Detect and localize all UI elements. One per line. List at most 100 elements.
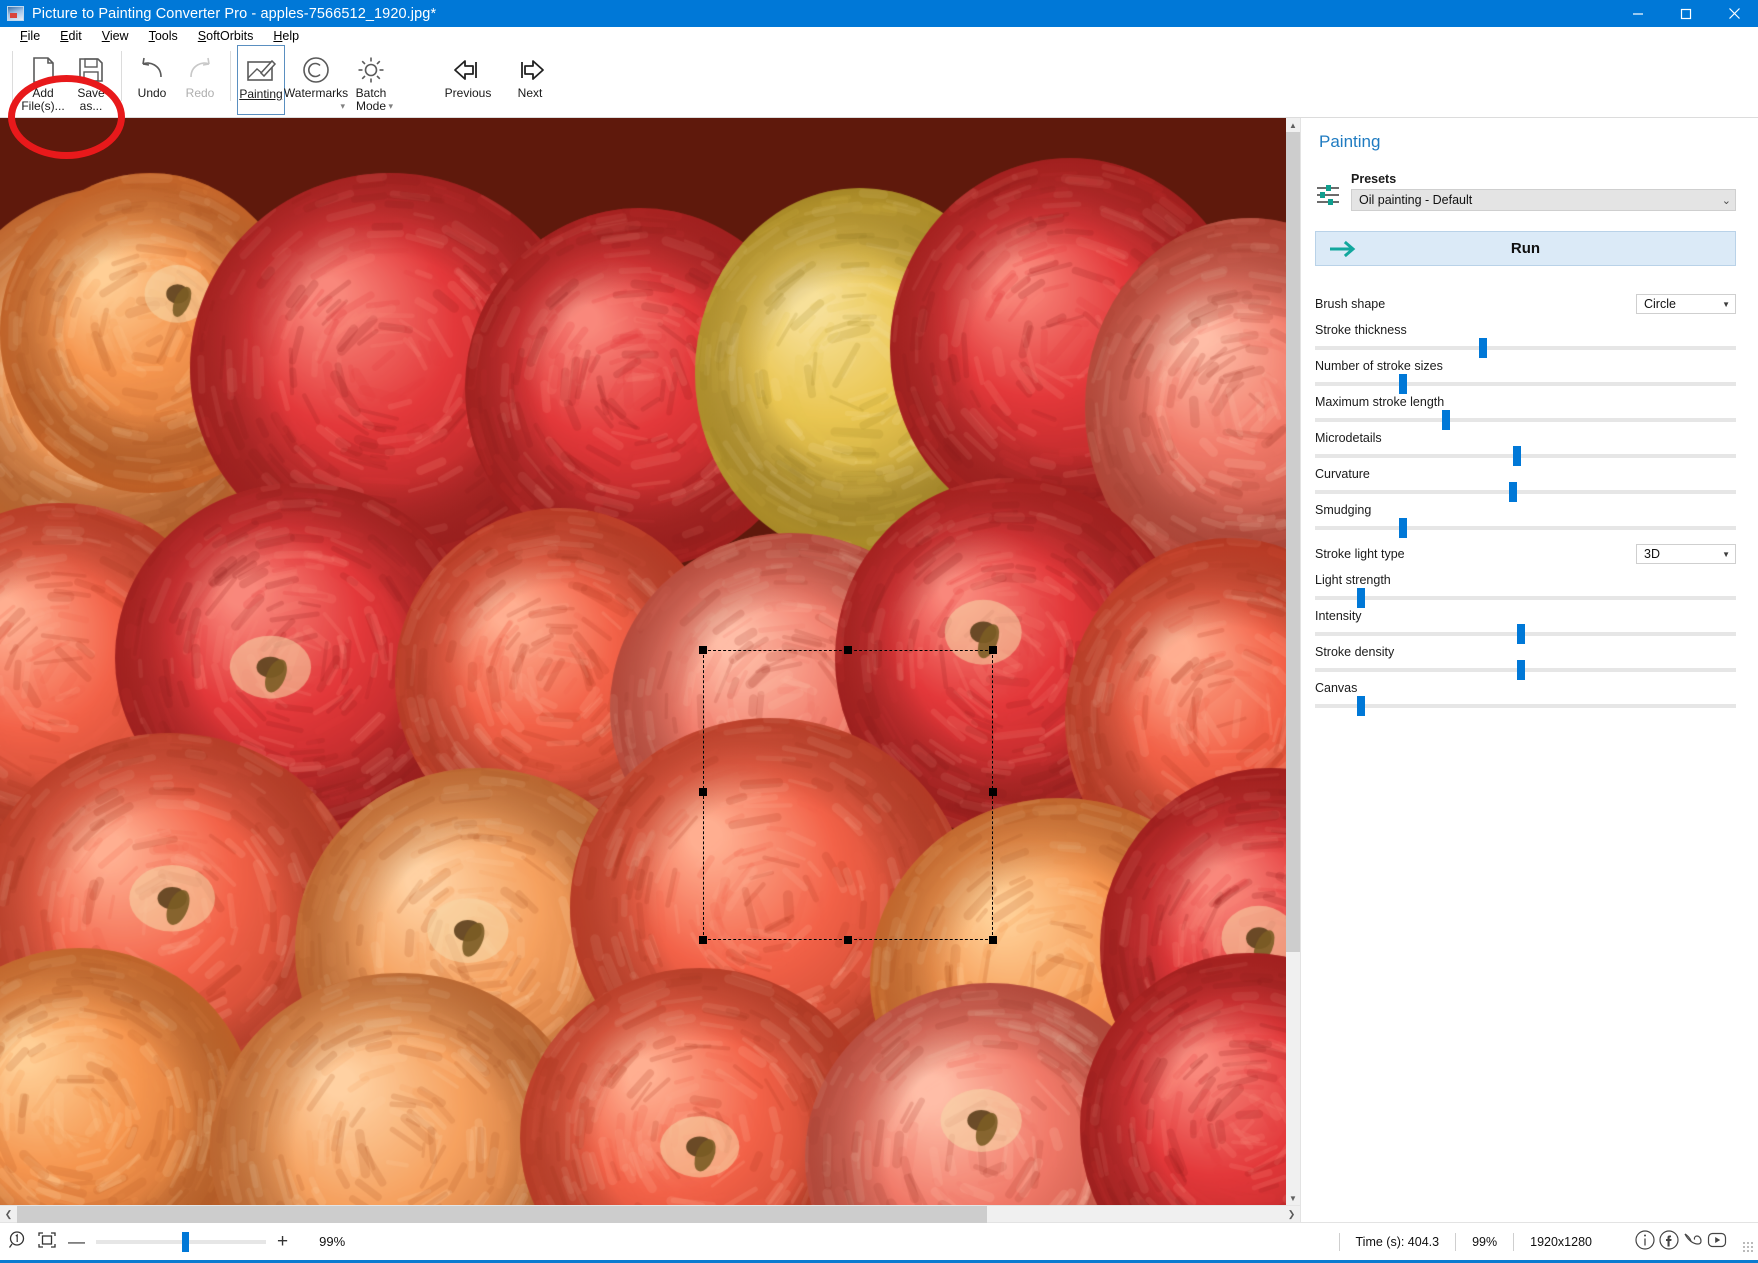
selection-handle-ml[interactable] xyxy=(699,788,707,796)
slider-track-curvature[interactable] xyxy=(1315,490,1736,494)
chevron-down-icon[interactable]: ▾ xyxy=(340,100,345,113)
minimize-button[interactable] xyxy=(1614,0,1662,27)
slider-track-microdetails[interactable] xyxy=(1315,454,1736,458)
menu-help[interactable]: Help xyxy=(263,29,309,43)
zoom-slider[interactable] xyxy=(96,1240,266,1244)
undo-arrow-icon xyxy=(137,53,167,87)
undo-button[interactable]: Undo xyxy=(128,45,176,115)
facebook-icon[interactable] xyxy=(1658,1229,1680,1254)
selection-handle-tc[interactable] xyxy=(844,646,852,654)
batch-mode-button[interactable]: Batch Mode ▾ xyxy=(347,45,395,115)
scroll-right-arrow-icon[interactable]: ❯ xyxy=(1283,1209,1300,1220)
watermarks-button[interactable]: Watermarks ▾ xyxy=(285,45,347,115)
panel-title: Painting xyxy=(1319,132,1736,152)
twitter-icon[interactable] xyxy=(1682,1229,1704,1254)
left-arrow-icon xyxy=(451,53,485,87)
menu-softorbits[interactable]: SoftOrbits xyxy=(188,29,264,43)
redo-button[interactable]: Redo xyxy=(176,45,224,115)
selection-rectangle[interactable] xyxy=(703,650,993,940)
slider-thumb-stroke-density[interactable] xyxy=(1517,660,1525,680)
slider-stroke-thickness: Stroke thickness xyxy=(1315,323,1736,350)
save-as-button[interactable]: Save as... xyxy=(67,45,115,115)
menu-bar: File Edit View Tools SoftOrbits Help xyxy=(0,27,1758,45)
brush-shape-combobox[interactable]: Circle ▼ xyxy=(1636,294,1736,314)
next-button[interactable]: Next xyxy=(499,45,561,115)
selection-handle-bc[interactable] xyxy=(844,936,852,944)
slider-track-stroke-density[interactable] xyxy=(1315,668,1736,672)
zoom-out-button[interactable]: — xyxy=(68,1232,85,1252)
right-arrow-icon xyxy=(513,53,547,87)
maximize-button[interactable] xyxy=(1662,0,1710,27)
slider-thumb-number-of-stroke-sizes[interactable] xyxy=(1399,374,1407,394)
slider-thumb-microdetails[interactable] xyxy=(1513,446,1521,466)
title-bar: Picture to Painting Converter Pro - appl… xyxy=(0,0,1758,27)
slider-stroke-density: Stroke density xyxy=(1315,645,1736,672)
application-window: Picture to Painting Converter Pro - appl… xyxy=(0,0,1758,1263)
painting-controls: Brush shape Circle ▼ Stroke thickness Nu… xyxy=(1315,294,1736,708)
run-button[interactable]: Run xyxy=(1315,231,1736,266)
main-body: ▲ ▼ ❮ ❯ Painting xyxy=(0,118,1758,1222)
painting-tab-button[interactable]: Painting xyxy=(237,45,285,115)
zoom-slider-thumb[interactable] xyxy=(182,1232,189,1252)
slider-track-canvas[interactable] xyxy=(1315,704,1736,708)
slider-number-of-stroke-sizes: Number of stroke sizes xyxy=(1315,359,1736,386)
magnifier-one-icon[interactable] xyxy=(8,1230,28,1253)
info-icon[interactable] xyxy=(1634,1229,1656,1254)
youtube-icon[interactable] xyxy=(1706,1229,1728,1254)
stroke-light-type-combobox[interactable]: 3D ▼ xyxy=(1636,544,1736,564)
stroke-light-type-label: Stroke light type xyxy=(1315,547,1405,561)
slider-track-maximum-stroke-length[interactable] xyxy=(1315,418,1736,422)
slider-thumb-intensity[interactable] xyxy=(1517,624,1525,644)
slider-label-curvature: Curvature xyxy=(1315,467,1736,481)
menu-file[interactable]: File xyxy=(10,29,50,43)
scroll-up-arrow-icon[interactable]: ▲ xyxy=(1286,118,1300,132)
slider-track-stroke-thickness[interactable] xyxy=(1315,346,1736,350)
previous-button[interactable]: Previous xyxy=(437,45,499,115)
menu-edit[interactable]: Edit xyxy=(50,29,92,43)
selection-handle-mr[interactable] xyxy=(989,788,997,796)
window-title: Picture to Painting Converter Pro - appl… xyxy=(32,6,436,22)
slider-track-intensity[interactable] xyxy=(1315,632,1736,636)
menu-tools[interactable]: Tools xyxy=(139,29,188,43)
vertical-scroll-track[interactable] xyxy=(1286,132,1300,1191)
slider-thumb-light-strength[interactable] xyxy=(1357,588,1365,608)
slider-track-light-strength[interactable] xyxy=(1315,596,1736,600)
slider-curvature: Curvature xyxy=(1315,467,1736,494)
horizontal-scroll-track[interactable] xyxy=(17,1206,1283,1223)
apples-painting-preview[interactable] xyxy=(0,118,1286,1205)
previous-label: Previous xyxy=(445,87,492,100)
slider-thumb-curvature[interactable] xyxy=(1509,482,1517,502)
horizontal-scrollbar[interactable]: ❮ ❯ xyxy=(0,1205,1300,1222)
slider-thumb-smudging[interactable] xyxy=(1399,518,1407,538)
image-canvas[interactable]: ▲ ▼ xyxy=(0,118,1300,1205)
selection-handle-tl[interactable] xyxy=(699,646,707,654)
zoom-in-button[interactable]: + xyxy=(277,1231,288,1253)
slider-track-number-of-stroke-sizes[interactable] xyxy=(1315,382,1736,386)
selection-handle-bl[interactable] xyxy=(699,936,707,944)
scroll-left-arrow-icon[interactable]: ❮ xyxy=(0,1209,17,1220)
resize-grip[interactable] xyxy=(1742,1241,1754,1253)
vertical-scrollbar[interactable]: ▲ ▼ xyxy=(1286,118,1300,1205)
painting-label: Painting xyxy=(239,88,282,101)
menu-help-label: elp xyxy=(282,29,299,43)
fit-to-window-icon[interactable] xyxy=(37,1231,57,1252)
slider-thumb-canvas[interactable] xyxy=(1357,696,1365,716)
vertical-scroll-thumb[interactable] xyxy=(1286,132,1300,952)
slider-thumb-stroke-thickness[interactable] xyxy=(1479,338,1487,358)
presets-combobox[interactable]: Oil painting - Default ⌄ xyxy=(1351,189,1736,211)
add-files-button[interactable]: Add File(s)... xyxy=(19,45,67,115)
selection-handle-br[interactable] xyxy=(989,936,997,944)
slider-thumb-maximum-stroke-length[interactable] xyxy=(1442,410,1450,430)
scroll-down-arrow-icon[interactable]: ▼ xyxy=(1286,1191,1300,1205)
toolbar-separator-2 xyxy=(230,51,231,101)
slider-label-microdetails: Microdetails xyxy=(1315,431,1736,445)
horizontal-scroll-thumb[interactable] xyxy=(17,1206,987,1223)
slider-label-maximum-stroke-length: Maximum stroke length xyxy=(1315,395,1736,409)
menu-view[interactable]: View xyxy=(92,29,139,43)
selection-handle-tr[interactable] xyxy=(989,646,997,654)
menu-view-label: iew xyxy=(110,29,129,43)
slider-track-smudging[interactable] xyxy=(1315,526,1736,530)
chevron-down-icon-2[interactable]: ▾ xyxy=(388,100,393,113)
chevron-down-icon-light: ▼ xyxy=(1722,550,1730,559)
close-button[interactable] xyxy=(1710,0,1758,27)
